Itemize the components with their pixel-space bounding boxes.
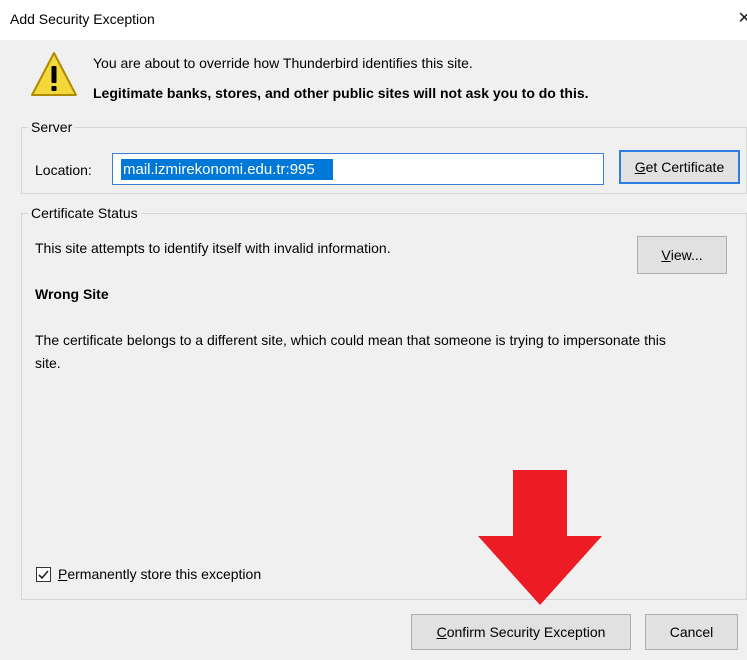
confirm-accesskey: C bbox=[436, 624, 447, 640]
checkmark-icon bbox=[38, 569, 49, 579]
certificate-status-legend: Certificate Status bbox=[31, 205, 138, 221]
permanent-store-checkbox[interactable] bbox=[36, 566, 51, 582]
permanent-store-label-rest: ermanently store this exception bbox=[67, 566, 262, 582]
status-summary: This site attempts to identify itself wi… bbox=[35, 240, 391, 256]
permanent-store-label: Permanently store this exception bbox=[58, 566, 261, 582]
intro-warning-text: Legitimate banks, stores, and other publ… bbox=[93, 85, 589, 101]
title-bar: Add Security Exception ✕ bbox=[0, 0, 747, 40]
get-certificate-accesskey: G bbox=[634, 159, 646, 175]
view-label: iew... bbox=[670, 247, 703, 263]
location-value: mail.izmirekonomi.edu.tr:995 bbox=[121, 158, 333, 180]
warning-icon bbox=[31, 52, 77, 96]
intro-text: You are about to override how Thunderbir… bbox=[93, 55, 473, 71]
view-button[interactable]: View... bbox=[637, 236, 727, 274]
get-certificate-label: et Certificate bbox=[645, 159, 725, 175]
status-explanation: The certificate belongs to a different s… bbox=[35, 332, 666, 371]
location-input[interactable]: mail.izmirekonomi.edu.tr:995 bbox=[112, 153, 604, 185]
server-legend: Server bbox=[31, 119, 73, 135]
cancel-button[interactable]: Cancel bbox=[645, 614, 738, 650]
permanent-store-checkbox-row[interactable]: Permanently store this exception bbox=[36, 566, 261, 582]
confirm-label: onfirm Security Exception bbox=[446, 624, 606, 640]
confirm-security-exception-button[interactable]: Confirm Security Exception bbox=[411, 614, 631, 650]
window-title: Add Security Exception bbox=[10, 11, 155, 27]
location-label: Location: bbox=[35, 162, 92, 178]
red-arrow-icon bbox=[478, 470, 602, 605]
permanent-store-accesskey: P bbox=[58, 566, 68, 582]
status-heading: Wrong Site bbox=[35, 286, 109, 302]
close-icon[interactable]: ✕ bbox=[738, 8, 747, 28]
view-accesskey: V bbox=[661, 247, 671, 263]
get-certificate-button[interactable]: Get Certificate bbox=[619, 150, 740, 184]
